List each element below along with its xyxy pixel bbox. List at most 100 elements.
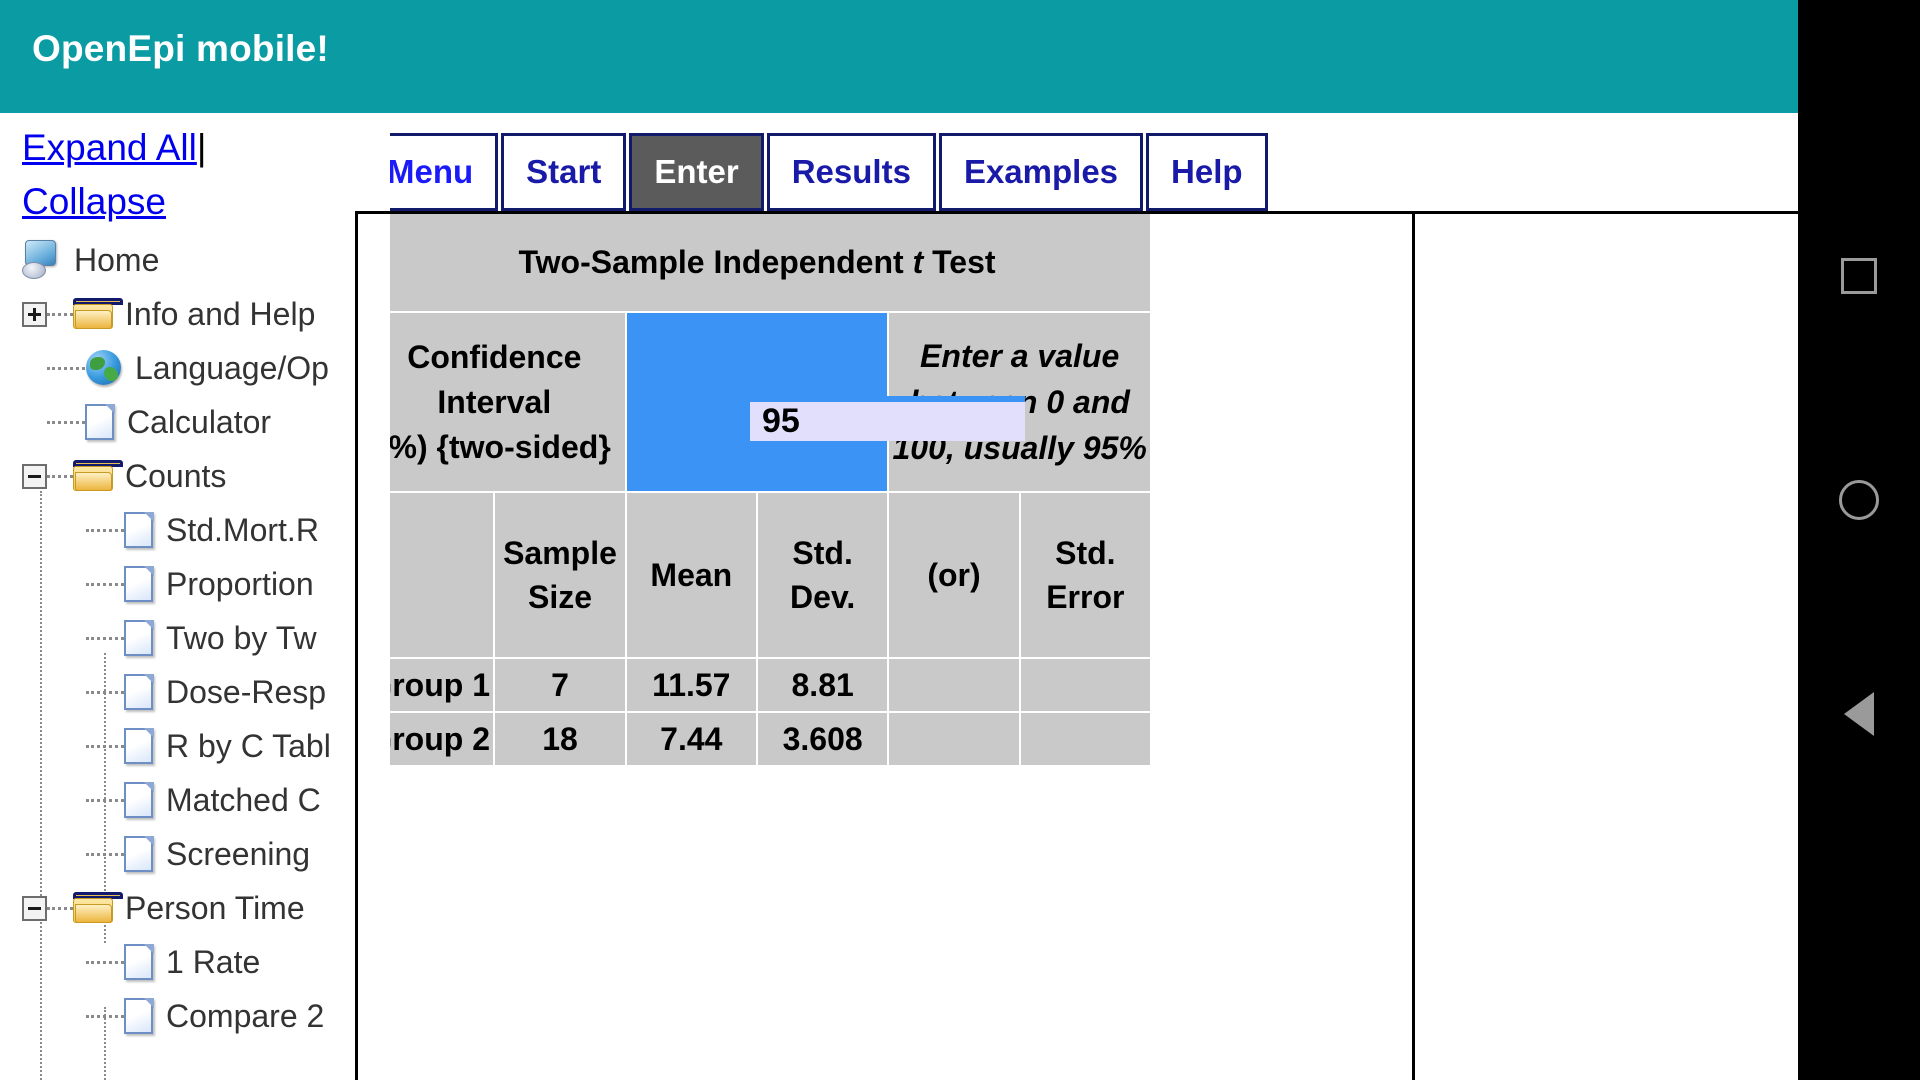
tree-connector xyxy=(47,474,73,478)
document-icon xyxy=(124,511,154,549)
tree-nodes: Home Info and Help Language/Op Calculato… xyxy=(0,233,390,1080)
group-2-or-spacer xyxy=(887,711,1021,767)
globe-icon xyxy=(85,349,123,387)
tab-examples[interactable]: Examples xyxy=(938,133,1144,211)
document-icon xyxy=(124,619,154,657)
group-2-std-error-input[interactable] xyxy=(1018,711,1152,767)
group-2-mean-input[interactable]: 7.44 xyxy=(624,711,758,767)
sidebar-item-label: Home xyxy=(74,241,160,278)
tab-enter[interactable]: Enter xyxy=(629,133,764,211)
sidebar-item-two-by-two[interactable]: Two by Tw xyxy=(0,611,390,665)
back-triangle-icon[interactable] xyxy=(1844,692,1874,736)
confidence-interval-label: Confidence Interval (%) {two-sided} xyxy=(362,311,627,493)
sidebar-item-home[interactable]: Home xyxy=(0,233,390,287)
sidebar-item-person-time[interactable]: Person Time xyxy=(0,881,390,935)
document-icon xyxy=(124,565,154,603)
content-frame-top-border xyxy=(355,211,1798,214)
sidebar-item-proportion[interactable]: Proportion xyxy=(0,557,390,611)
sidebar-item-info-and-help[interactable]: Info and Help xyxy=(0,287,390,341)
confidence-interval-input[interactable] xyxy=(626,313,888,491)
confidence-label-line1: Confidence Interval xyxy=(407,338,582,420)
column-header-mean: Mean xyxy=(624,491,758,659)
tree-connector xyxy=(86,798,124,802)
tree-connector xyxy=(86,582,124,586)
recent-apps-icon[interactable] xyxy=(1841,258,1877,294)
folder-icon xyxy=(73,460,123,492)
tree-connector xyxy=(86,852,124,856)
sidebar-item-language-options[interactable]: Language/Op xyxy=(0,341,390,395)
expander-plus-icon[interactable] xyxy=(22,301,47,327)
page-body: Two-Sample Independent t Test Confidence… xyxy=(0,113,1798,1080)
sidebar-item-label: Counts xyxy=(125,457,227,494)
group-1-or-spacer xyxy=(887,657,1021,713)
sidebar-item-std-mort-r[interactable]: Std.Mort.R xyxy=(0,503,390,557)
group-1-sample-size-input[interactable]: 7 xyxy=(493,657,627,713)
column-header-or: (or) xyxy=(887,491,1021,659)
document-icon xyxy=(85,403,115,441)
column-header-sample-size: Sample Size xyxy=(493,491,627,659)
document-icon xyxy=(124,835,154,873)
app-title: OpenEpi mobile! xyxy=(32,28,329,69)
tab-bar: Menu Start Enter Results Examples Help xyxy=(362,133,1271,211)
sidebar-item-label: R by C Tabl xyxy=(166,727,331,764)
group-2-sample-size-input[interactable]: 18 xyxy=(493,711,627,767)
document-icon xyxy=(124,997,154,1035)
folder-icon xyxy=(73,892,123,924)
sidebar-item-1-rate[interactable]: 1 Rate xyxy=(0,935,390,989)
content-frame-left-border xyxy=(355,211,358,1080)
sidebar-item-compare-2-rates[interactable]: Compare 2 xyxy=(0,989,390,1043)
sidebar-item-label: Screening xyxy=(166,835,311,872)
calculator-panel: Two-Sample Independent t Test Confidence… xyxy=(362,211,1152,1080)
confidence-label-line2: (%) {two-sided} xyxy=(377,428,611,465)
two-sample-t-test-table: Two-Sample Independent t Test Confidence… xyxy=(362,211,1152,767)
sidebar-item-matched-case[interactable]: Matched C xyxy=(0,773,390,827)
tree-connector xyxy=(86,690,124,694)
tree-connector xyxy=(47,366,85,370)
tree-toggle-links: Expand All| Collapse xyxy=(0,113,390,229)
sidebar-item-counts[interactable]: Counts xyxy=(0,449,390,503)
tree-connector xyxy=(86,744,124,748)
tab-results[interactable]: Results xyxy=(766,133,936,211)
sidebar-item-label: Language/Op xyxy=(135,349,329,386)
document-icon xyxy=(124,943,154,981)
sidebar-item-label: Two by Tw xyxy=(166,619,317,656)
confidence-interval-hint: Enter a value between 0 and 100, usually… xyxy=(887,311,1152,493)
sidebar-item-label: Matched C xyxy=(166,781,321,818)
sidebar-item-label: 1 Rate xyxy=(166,943,261,980)
group-1-std-error-input[interactable] xyxy=(1018,657,1152,713)
group-1-mean-input[interactable]: 11.57 xyxy=(624,657,758,713)
column-header-std-dev: Std. Dev. xyxy=(755,491,890,659)
document-icon xyxy=(124,727,154,765)
sidebar-item-label: Compare 2 xyxy=(166,997,325,1034)
home-circle-icon[interactable] xyxy=(1839,480,1879,520)
confidence-interval-row: Confidence Interval (%) {two-sided} Ente… xyxy=(362,311,1152,493)
tree-connector xyxy=(86,1014,124,1018)
confidence-interval-input-cell[interactable] xyxy=(624,311,890,493)
sidebar-item-label: Dose-Resp xyxy=(166,673,327,710)
tab-help[interactable]: Help xyxy=(1146,133,1268,211)
sidebar-item-label: Proportion xyxy=(166,565,314,602)
tree-connector xyxy=(47,906,73,910)
expander-minus-icon[interactable] xyxy=(22,895,47,921)
group-2-std-dev-input[interactable]: 3.608 xyxy=(755,711,890,767)
tab-start[interactable]: Start xyxy=(501,133,627,211)
screen-root: OpenEpi mobile! Two-Sample Independent t… xyxy=(0,0,1920,1080)
sidebar-item-screening[interactable]: Screening xyxy=(0,827,390,881)
sidebar-item-label: Person Time xyxy=(125,889,305,926)
sidebar-item-label: Calculator xyxy=(127,403,272,440)
expander-minus-icon[interactable] xyxy=(22,463,47,489)
column-header-row: Sample Size Mean Std. Dev. (or) Std. Err… xyxy=(362,491,1152,659)
tree-connector xyxy=(86,636,124,640)
group-1-std-dev-input[interactable]: 8.81 xyxy=(755,657,890,713)
sidebar-item-dose-response[interactable]: Dose-Resp xyxy=(0,665,390,719)
document-icon xyxy=(124,781,154,819)
table-title-row: Two-Sample Independent t Test xyxy=(362,211,1152,313)
collapse-link[interactable]: Collapse xyxy=(22,181,166,222)
sidebar-item-calculator[interactable]: Calculator xyxy=(0,395,390,449)
android-navigation-bar xyxy=(1798,0,1920,1080)
expand-all-link[interactable]: Expand All xyxy=(22,127,197,168)
sidebar-item-r-by-c-table[interactable]: R by C Tabl xyxy=(0,719,390,773)
sidebar-item-label: Info and Help xyxy=(125,295,316,332)
sidebar-item-label: Std.Mort.R xyxy=(166,511,319,548)
folder-icon xyxy=(73,298,123,330)
